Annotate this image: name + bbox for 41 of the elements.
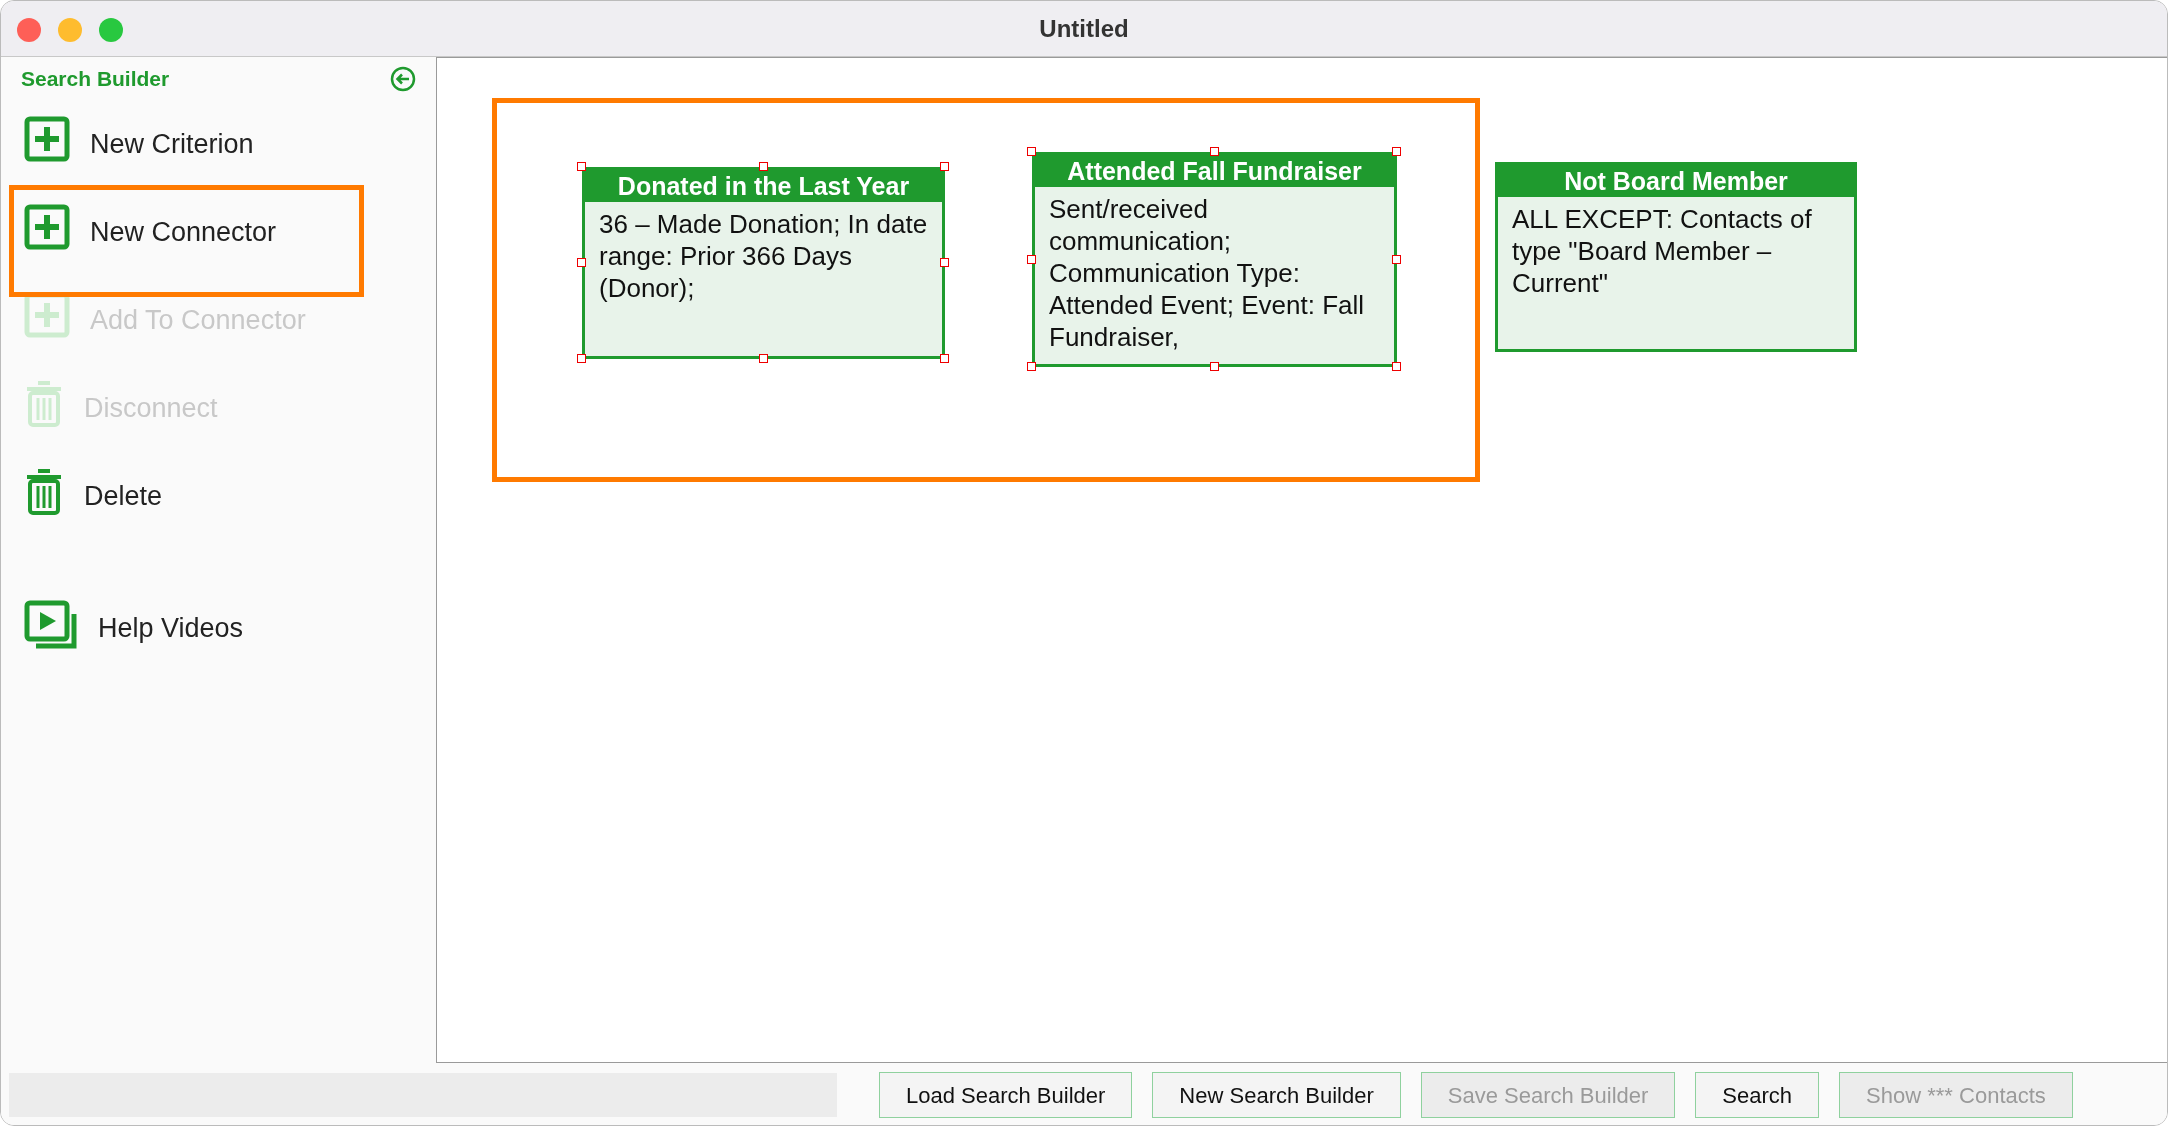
collapse-icon[interactable] [390,66,416,92]
toolbar-button[interactable]: New Search Builder [1152,1072,1401,1118]
node-title: Attended Fall Fundraiser [1035,155,1394,187]
node-title: Not Board Member [1498,165,1854,197]
selection-handle[interactable] [1392,147,1401,156]
sidebar-item[interactable]: Help Videos [9,581,364,669]
selection-handle[interactable] [1392,254,1401,264]
toolbar-button[interactable]: Search [1695,1072,1820,1118]
sidebar-item[interactable]: New Criterion [9,97,364,185]
selection-handle[interactable] [577,162,586,171]
selection-handle[interactable] [577,258,586,267]
selection-handle[interactable] [1209,147,1219,156]
sidebar-item[interactable]: New Connector [9,185,364,297]
selection-handle[interactable] [758,354,768,363]
criterion-node[interactable]: Donated in the Last Year 36 – Made Donation; In date range: Prior 366 Days (Donor); [582,167,945,359]
window-title: Untitled [1039,13,1129,44]
close-icon[interactable] [17,18,41,42]
sidebar-item[interactable]: Delete [9,449,364,537]
selection-handle[interactable] [940,258,949,267]
selection-handle[interactable] [577,354,586,363]
selection-handle[interactable] [940,162,949,171]
trash-can-icon [24,380,64,428]
node-text: Sent/received communication; Communication Type: Attended Event; Event: Fall Fundraiser, [1048,193,1366,354]
plus-square-icon [24,116,70,162]
node-title: Donated in the Last Year [585,170,942,202]
selection-handle[interactable] [758,162,768,171]
criterion-node[interactable]: Attended Fall Fundraiser Sent/received communication; Communication Type: Attended Event; Event: Fall Fundraiser, [1032,152,1397,367]
plus-square-icon [24,204,70,250]
criterion-node[interactable]: Not Board Member ALL EXCEPT: Contacts of type "Board Member – Current" [1495,162,1857,352]
video-icon [24,600,78,650]
node-text: 36 – Made Donation; In date range: Prior 366 Days (Donor); [598,208,929,305]
selection-handle[interactable] [1027,147,1036,156]
selection-handle[interactable] [1027,362,1036,371]
selection-handle[interactable] [1209,362,1219,371]
selection-handle[interactable] [1392,362,1401,371]
trash-can-icon [24,468,64,516]
selection-handle[interactable] [1027,254,1036,264]
selection-handle[interactable] [940,354,949,363]
sidebar-title: Search Builder [21,66,170,93]
toolbar-button[interactable]: Load Search Builder [879,1072,1133,1118]
node-text: ALL EXCEPT: Contacts of type "Board Member – Current" [1511,203,1813,300]
